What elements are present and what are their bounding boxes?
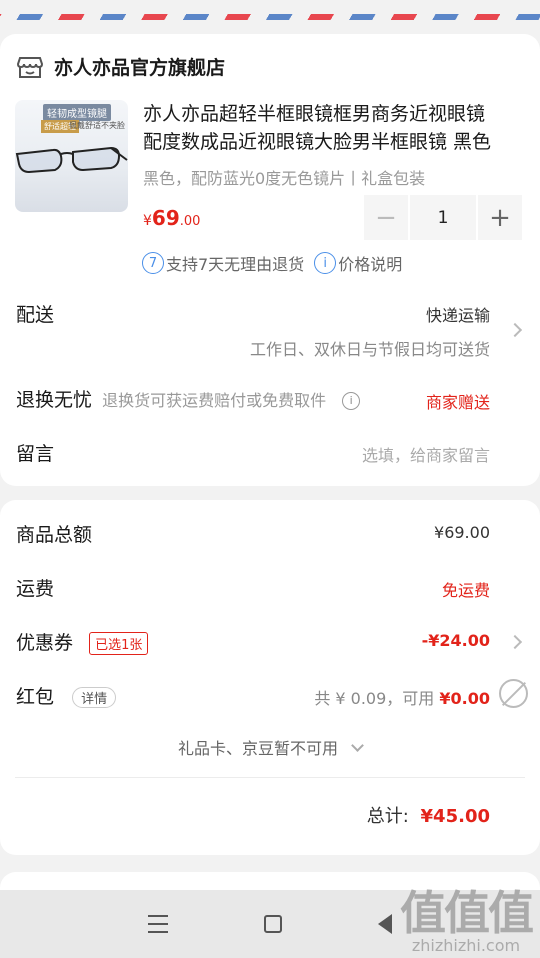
shop-name[interactable]: 亦人亦品官方旗舰店 (54, 53, 225, 80)
watermark-url: zhizhizhi.com (411, 936, 521, 955)
return-info-icon[interactable]: i (342, 391, 361, 410)
total-goods-label: 商品总额 (16, 524, 93, 546)
product-title-line1: 亦人亦品超轻半框眼镜框男商务近视眼镜 (143, 103, 486, 125)
seven-day-return-icon: 7 (142, 252, 164, 274)
price-explanation-link[interactable]: 价格说明 (338, 251, 402, 275)
order-summary-card: 商品总额 ¥69.00 运费 免运费 优惠券 已选1张 -¥24.00 红包 详… (0, 500, 540, 855)
return-status[interactable]: 商家赠送 (426, 389, 490, 413)
service-tags: 7 支持7天无理由退货 i 价格说明 (142, 251, 402, 275)
return-label-text: 退换无忧 (16, 389, 93, 411)
product-title-line2: 配度数成品近视眼镜大脸男半框眼镜 黑色 (143, 131, 492, 153)
total-goods-value: ¥69.00 (434, 523, 490, 542)
increase-button[interactable]: + (478, 195, 522, 240)
price-decimal: .00 (179, 214, 201, 229)
giftcard-note: 礼品卡、京豆暂不可用 (177, 739, 338, 758)
giftcard-row[interactable]: 礼品卡、京豆暂不可用 (0, 735, 540, 759)
seven-day-return-tag[interactable]: 支持7天无理由退货 (166, 251, 304, 275)
redpacket-usable: ¥0.00 (439, 689, 490, 708)
price-currency: ¥ (143, 213, 152, 229)
message-input[interactable]: 选填，给商家留言 (362, 442, 490, 466)
total-label: 总计: (366, 806, 409, 827)
product-title[interactable]: 亦人亦品超轻半框眼镜框男商务近视眼镜 配度数成品近视眼镜大脸男半框眼镜 黑色 (143, 100, 523, 156)
menu-icon[interactable] (148, 915, 168, 933)
glasses-illustration (15, 146, 128, 174)
product-spec[interactable]: 黑色，配防蓝光0度无色镜片丨礼盒包装 (143, 165, 425, 189)
coupon-label: 优惠券 已选1张 (16, 628, 149, 655)
return-label: 退换无忧 退换货可获运费赔付或免费取件 i (16, 385, 361, 412)
redpacket-total: 共 ¥ 0.09，可用 (314, 689, 440, 708)
quantity-stepper: − 1 + (364, 195, 522, 240)
info-icon: i (314, 252, 337, 274)
store-icon (16, 57, 44, 78)
watermark: 值值值 zhizhizhi.com (400, 886, 534, 955)
coupon-label-text: 优惠券 (16, 632, 74, 654)
coupon-selected-badge: 已选1张 (89, 632, 149, 655)
order-total: 总计: ¥45.00 (367, 802, 490, 828)
coupon-value[interactable]: -¥24.00 (422, 631, 490, 650)
coupon-chevron-icon[interactable] (507, 634, 523, 650)
shop-header[interactable]: 亦人亦品官方旗舰店 (16, 52, 225, 80)
delivery-note: 工作日、双休日与节假日均可送货 (249, 340, 490, 359)
total-value: ¥45.00 (420, 806, 490, 827)
quantity-input[interactable]: 1 (410, 195, 476, 240)
redpacket-label: 红包 详情 (16, 682, 117, 709)
return-description: 退换货可获运费赔付或免费取件 (102, 391, 327, 410)
shipping-value: 免运费 (441, 581, 490, 600)
watermark-logo: 值值值 (400, 886, 534, 940)
product-price: ¥69.00 (143, 206, 200, 230)
back-icon[interactable] (378, 914, 392, 934)
shipping-label: 运费 (16, 578, 55, 600)
home-icon[interactable] (264, 915, 282, 933)
price-integer: 69 (151, 206, 180, 230)
redpacket-detail-button[interactable]: 详情 (72, 687, 117, 708)
chevron-down-icon (351, 739, 364, 752)
delivery-method[interactable]: 快递运输 (426, 302, 490, 326)
summary-divider (15, 777, 525, 778)
product-image[interactable]: 轻韧成型镜腿 舒适超轻 佩戴舒适不夹脸 (15, 100, 128, 212)
message-label: 留言 (16, 443, 55, 465)
delivery-label: 配送 (16, 304, 55, 326)
order-item-card: 亦人亦品官方旗舰店 轻韧成型镜腿 舒适超轻 佩戴舒适不夹脸 亦人亦品超轻半框眼镜… (0, 34, 540, 486)
redpacket-info: 共 ¥ 0.09，可用 ¥0.00 (314, 685, 490, 709)
airmail-border (0, 0, 540, 22)
disabled-icon[interactable] (499, 679, 528, 708)
delivery-chevron-icon[interactable] (507, 322, 523, 338)
redpacket-label-text: 红包 (16, 686, 55, 708)
decrease-button[interactable]: − (364, 195, 408, 240)
